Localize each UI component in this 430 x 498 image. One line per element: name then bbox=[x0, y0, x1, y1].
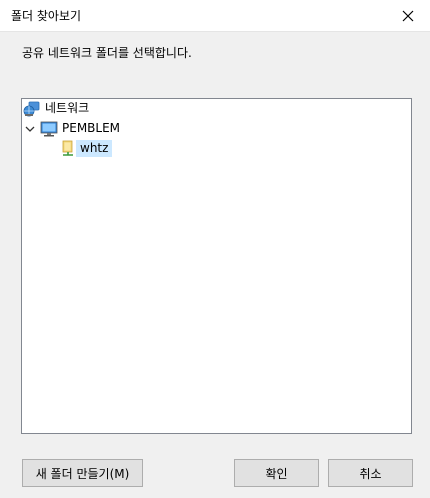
ok-button[interactable]: 확인 bbox=[234, 459, 319, 487]
close-button[interactable] bbox=[386, 0, 430, 31]
computer-icon bbox=[40, 121, 58, 136]
tree-item-computer[interactable]: PEMBLEM bbox=[40, 119, 124, 138]
tree-item-network[interactable]: 네트워크 bbox=[22, 99, 93, 118]
window-title: 폴더 찾아보기 bbox=[11, 9, 82, 23]
tree-item-label: PEMBLEM bbox=[62, 121, 121, 135]
close-icon bbox=[402, 10, 414, 21]
network-icon bbox=[23, 101, 40, 116]
tree-item-label: 네트워크 bbox=[45, 101, 90, 115]
tree-item-folder[interactable]: whtz bbox=[60, 139, 113, 158]
tree-item-label: whtz bbox=[76, 140, 113, 157]
instruction-text: 공유 네트워크 폴더를 선택합니다. bbox=[22, 46, 192, 60]
browse-folder-dialog: 폴더 찾아보기 공유 네트워크 폴더를 선택합니다. 네트워크 PEMBLEM … bbox=[0, 0, 430, 498]
cancel-button[interactable]: 취소 bbox=[328, 459, 413, 487]
new-folder-button[interactable]: 새 폴더 만들기(M) bbox=[22, 459, 143, 487]
title-bar[interactable]: 폴더 찾아보기 bbox=[0, 0, 430, 32]
shared-folder-icon bbox=[62, 140, 73, 156]
expand-chevron-icon[interactable] bbox=[24, 123, 36, 135]
folder-tree[interactable]: 네트워크 PEMBLEM whtz bbox=[21, 98, 412, 434]
